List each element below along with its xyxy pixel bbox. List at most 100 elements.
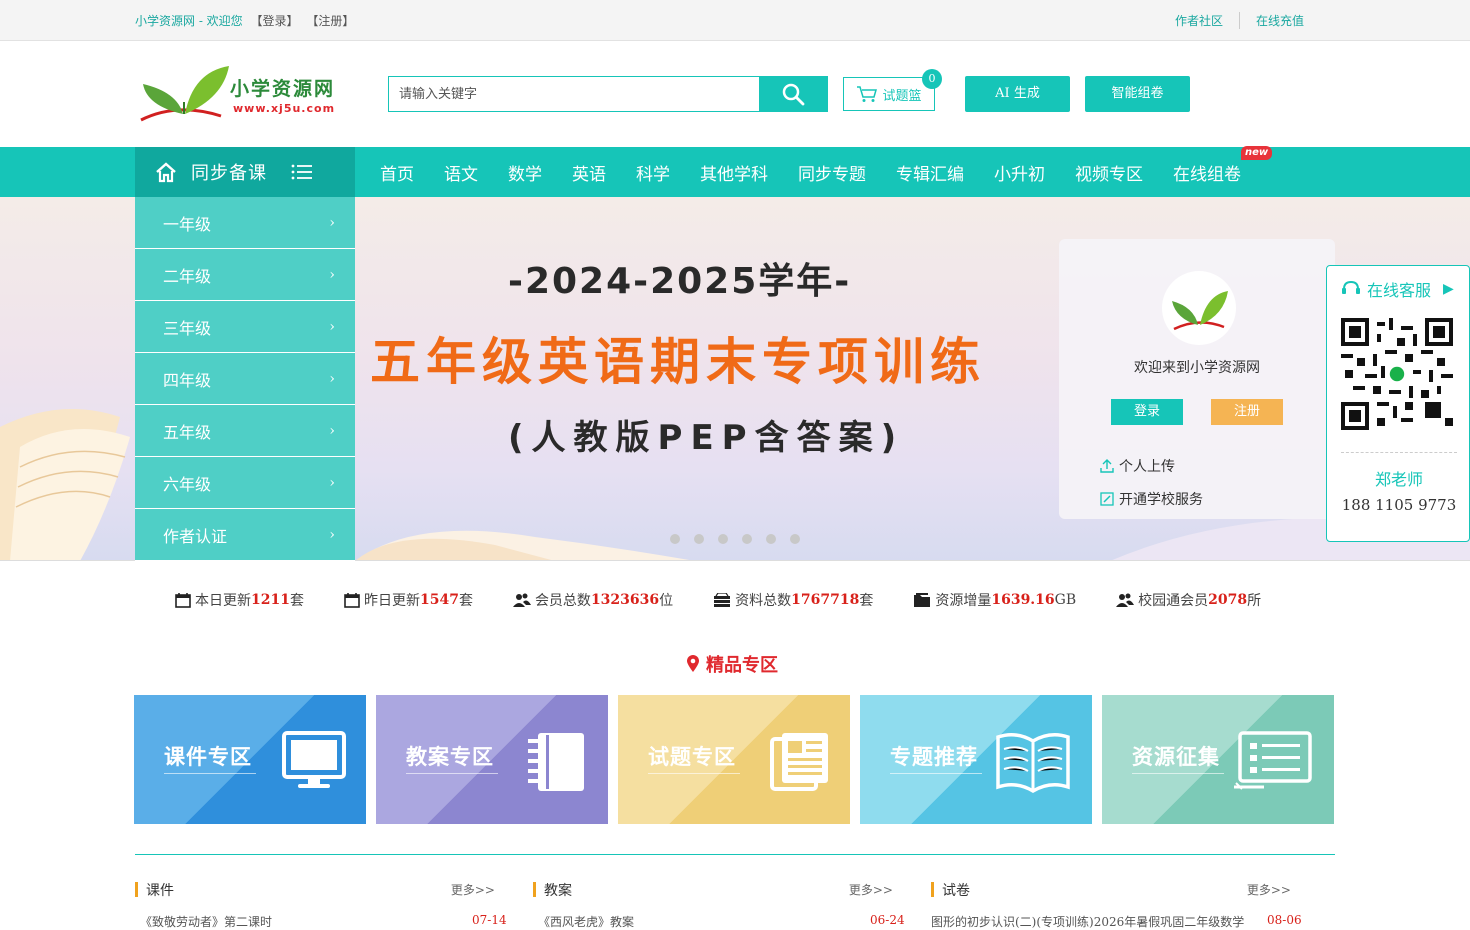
home-icon: [156, 162, 176, 183]
divider: [1341, 452, 1457, 453]
chat-icon: [1342, 280, 1360, 294]
side-item-grade-6[interactable]: 六年级 ›: [135, 457, 355, 509]
column-title: 教案: [544, 883, 572, 899]
column-marker: [533, 882, 536, 897]
stat-label: 昨日更新: [363, 593, 420, 609]
logo-text: 小学资源网: [230, 78, 336, 100]
card-topic-recommend[interactable]: 专题推荐: [860, 695, 1092, 824]
side-item-label: 作者认证: [163, 526, 228, 546]
stack-icon: [714, 593, 731, 607]
stat-value: 1639.16: [991, 592, 1055, 608]
upload-label: 个人上传: [1119, 459, 1175, 475]
category-menu-toggle[interactable]: 同步备课: [135, 147, 355, 197]
card-label: 课件专区: [164, 744, 252, 769]
carousel-dot[interactable]: [670, 534, 680, 544]
stat-value: 1547: [419, 592, 459, 608]
side-item-grade-5[interactable]: 五年级 ›: [135, 405, 355, 457]
carousel-dot[interactable]: [790, 534, 800, 544]
nav-other-subjects[interactable]: 其他学科: [685, 160, 783, 185]
carousel-dot[interactable]: [718, 534, 728, 544]
divider: [164, 773, 256, 774]
nav-chinese[interactable]: 语文: [429, 160, 493, 185]
search-box: [388, 76, 828, 112]
nav-online-paper[interactable]: 在线组卷: [1158, 160, 1256, 185]
list-item[interactable]: 《西风老虎》教案 06-24: [538, 913, 905, 930]
nav-primary-to-middle[interactable]: 小升初: [979, 160, 1060, 185]
question-basket-button[interactable]: 试题篮: [843, 77, 935, 111]
personal-upload-link[interactable]: 个人上传: [1099, 456, 1175, 476]
side-item-grade-3[interactable]: 三年级 ›: [135, 301, 355, 353]
register-button[interactable]: 注册: [1211, 399, 1283, 425]
ai-generate-button[interactable]: AI 生成: [965, 76, 1070, 112]
grade-side-menu: 一年级 › 二年级 › 三年级 › 四年级 › 五年级 › 六年级 › 作者认证 ›: [135, 197, 355, 561]
school-service-label: 开通学校服务: [1119, 492, 1203, 508]
search-button[interactable]: [759, 77, 827, 111]
card-label: 专题推荐: [890, 744, 978, 769]
stat-label: 本日更新: [195, 593, 251, 609]
side-item-grade-4[interactable]: 四年级 ›: [135, 353, 355, 405]
stat-unit: 套: [458, 593, 473, 609]
card-test-paper[interactable]: 试题专区: [618, 695, 850, 824]
nav-math[interactable]: 数学: [493, 160, 557, 185]
service-agent-name: 郑老师: [1374, 470, 1423, 489]
carousel-dot[interactable]: [742, 534, 752, 544]
divider: [890, 773, 982, 774]
site-logo[interactable]: 小学资源网 www.xj5u.com: [137, 62, 337, 124]
nav-sync-topics[interactable]: 同步专题: [783, 160, 881, 185]
chevron-right-icon: ›: [329, 422, 335, 439]
list-item-date: 08-06: [1267, 913, 1302, 927]
card-courseware[interactable]: 课件专区: [134, 695, 366, 824]
list-item[interactable]: 《致敬劳动者》第二课时 07-14: [140, 913, 507, 930]
stat-label: 会员总数: [534, 593, 591, 609]
carousel-dot[interactable]: [766, 534, 776, 544]
nav-collections[interactable]: 专辑汇编: [881, 160, 979, 185]
stat-value: 1211: [251, 592, 290, 608]
category-label: 同步备课: [191, 163, 267, 184]
nav-english[interactable]: 英语: [557, 160, 621, 185]
side-item-author-cert[interactable]: 作者认证 ›: [135, 509, 355, 561]
smart-paper-button[interactable]: 智能组卷: [1085, 76, 1190, 112]
stat-unit: GB: [1054, 592, 1077, 608]
stat-value: 1323636: [590, 592, 660, 608]
section-title-text: 精品专区: [706, 655, 778, 676]
author-community-link[interactable]: 作者社区: [1159, 12, 1239, 29]
featured-section-title: 精品专区: [686, 651, 778, 677]
customer-service-header[interactable]: 在线客服 ▶: [1341, 277, 1454, 301]
stat-materials: 资料总数 1767718 套: [713, 590, 873, 610]
top-register-link[interactable]: 【注册】: [306, 14, 354, 28]
list-item[interactable]: 图形的初步认识(二)(专项训练)2026年暑假巩固二年级数学 08-06: [931, 913, 1311, 930]
nav-links: 首页 语文 数学 英语 科学 其他学科 同步专题 专辑汇编 小升初 视频专区 在…: [365, 147, 1256, 197]
document-icon: [770, 733, 828, 791]
side-item-grade-1[interactable]: 一年级 ›: [135, 197, 355, 249]
banner-subtitle: (人教版PEP含答案): [508, 418, 905, 458]
stat-today-update: 本日更新 1211 套: [175, 590, 304, 610]
nav-home[interactable]: 首页: [365, 160, 429, 185]
divider: [406, 773, 498, 774]
list-icon: [1234, 731, 1312, 790]
card-resource-collection[interactable]: 资源征集: [1102, 695, 1334, 824]
top-bar-welcome: 小学资源网 - 欢迎您 【登录】 【注册】: [135, 12, 354, 29]
top-login-link[interactable]: 【登录】: [251, 14, 299, 28]
divider: [648, 773, 740, 774]
login-button[interactable]: 登录: [1111, 399, 1183, 425]
card-lesson-plan[interactable]: 教案专区: [376, 695, 608, 824]
carousel-dot[interactable]: [694, 534, 704, 544]
notebook-icon: [528, 733, 584, 791]
list-menu-icon: [291, 164, 312, 180]
side-item-label: 二年级: [163, 266, 212, 286]
recharge-link[interactable]: 在线充值: [1238, 12, 1320, 29]
card-label: 教案专区: [406, 744, 494, 769]
more-link[interactable]: 更多>>: [451, 881, 495, 898]
search-input[interactable]: [389, 77, 759, 111]
school-service-link[interactable]: 开通学校服务: [1099, 489, 1203, 509]
stat-storage: 资源增量 1639.16 GB: [913, 590, 1076, 610]
more-link[interactable]: 更多>>: [1247, 881, 1291, 898]
stat-unit: 所: [1247, 593, 1262, 609]
more-link[interactable]: 更多>>: [849, 881, 893, 898]
side-item-label: 六年级: [163, 474, 212, 494]
nav-video[interactable]: 视频专区: [1060, 160, 1158, 185]
card-label: 试题专区: [648, 744, 736, 769]
stats-bar: 本日更新 1211 套 昨日更新 1547 套 会员总数 1323636 位 资料总数 176…: [175, 590, 1301, 610]
side-item-grade-2[interactable]: 二年级 ›: [135, 249, 355, 301]
nav-science[interactable]: 科学: [621, 160, 685, 185]
